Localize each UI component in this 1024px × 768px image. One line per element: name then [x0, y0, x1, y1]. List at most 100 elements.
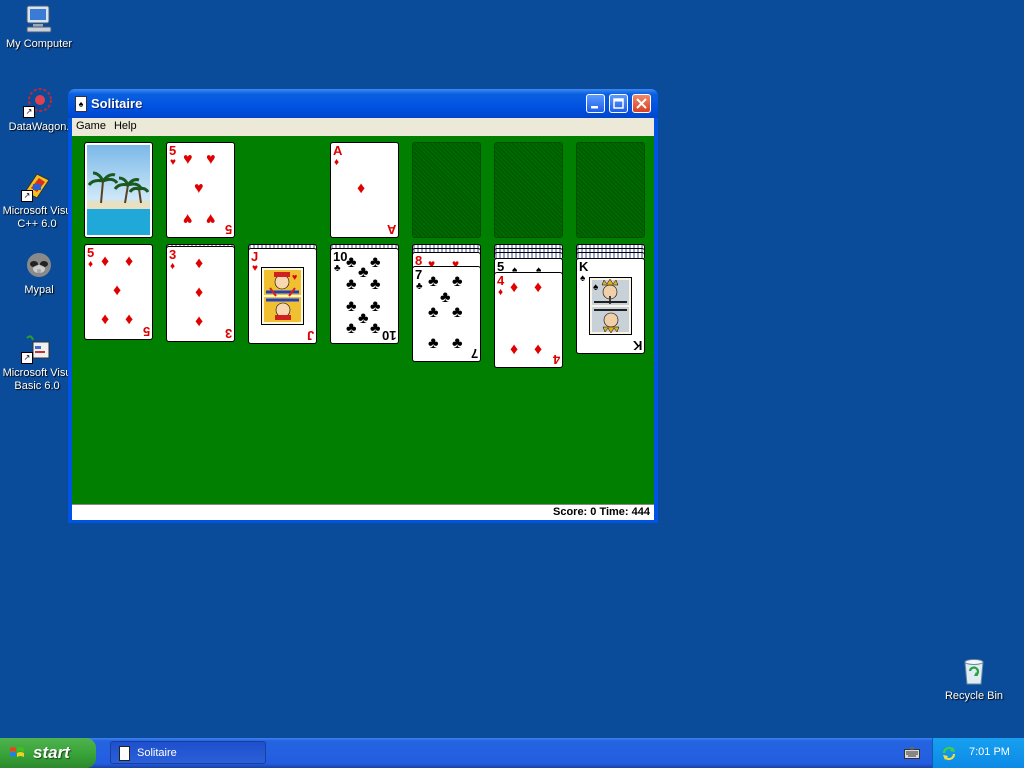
card-pip-club-icon: ♣ [452, 273, 463, 290]
card-pip-diamond-icon: ♦ [357, 180, 366, 197]
card-suit-diamond-icon: ♦ [498, 287, 504, 298]
card-suit-diamond-icon: ♦ [88, 259, 94, 270]
card-pip-club-icon: ♣ [370, 276, 381, 293]
menu-game[interactable]: Game [72, 118, 110, 132]
keyboard-language-icon[interactable] [904, 747, 920, 759]
card-pip-diamond-icon: ♦ [195, 313, 204, 330]
desktop-icon-visual-cpp[interactable]: ↗ Microsoft Visu C++ 6.0 [0, 170, 76, 231]
foundation-4[interactable] [576, 142, 645, 238]
tableau-2-card[interactable]: 3 ♦ ♦ ♦ ♦ 3 [166, 246, 235, 342]
card-pip-club-icon: ♣ [370, 298, 381, 315]
shortcut-arrow-icon: ↗ [23, 106, 35, 118]
desktop-icon-datawagon[interactable]: ↗ DataWagon. [0, 86, 78, 134]
taskbar: start Solitaire 7:01 PM [0, 738, 1024, 768]
maximize-icon [613, 98, 624, 109]
card-suit-diamond-icon: ♦ [170, 261, 176, 272]
card-pip-heart-icon: ♥ [183, 151, 193, 168]
card-suit-spade-icon: ♠ [580, 273, 586, 284]
menu-bar: Game Help [72, 118, 654, 136]
tableau-1-card[interactable]: 5 ♦ ♦ ♦ ♦ ♦ ♦ 5 [84, 244, 153, 340]
card-rank: A [333, 143, 343, 158]
card-pip-club-icon: ♣ [452, 335, 463, 352]
card-pip-club-icon: ♣ [358, 310, 369, 327]
card-pip-diamond-icon: ♦ [195, 284, 204, 301]
card-pip-heart-icon: ♥ [206, 151, 216, 168]
card-pip-diamond-icon: ♦ [101, 253, 110, 270]
desktop-icon-label: My Computer [5, 38, 73, 50]
desktop-icon-recycle-bin[interactable]: Recycle Bin [935, 655, 1013, 703]
card-rank: J [251, 249, 259, 264]
desktop-icon-label: DataWagon. [8, 121, 70, 133]
solitaire-window: ♠ Solitaire Game Help 5 ♥ ♥ ♥ ♥ ♥ ♥ 5 A … [68, 89, 658, 523]
status-bar: Score: 0 Time: 444 [72, 504, 654, 520]
desktop-icon-my-computer[interactable]: My Computer [0, 3, 78, 51]
network-recycle-tray-icon[interactable] [941, 745, 957, 761]
solitaire-app-icon: ♠ [75, 96, 87, 112]
card-pip-diamond-icon: ♦ [195, 255, 204, 272]
desktop-icon-label: Mypal [24, 284, 54, 296]
palm-beach-card-back-icon [87, 145, 150, 235]
menu-help[interactable]: Help [110, 118, 141, 132]
window-title: Solitaire [91, 96, 143, 111]
king-face-icon: ♠ [589, 277, 632, 335]
my-computer-icon [23, 3, 55, 35]
card-pip-heart-icon: ♥ [194, 180, 204, 197]
card-pip-diamond-icon: ♦ [510, 341, 519, 358]
start-label: start [33, 743, 70, 762]
card-pip-club-icon: ♣ [346, 254, 357, 271]
card-pip-club-icon: ♣ [428, 273, 439, 290]
card-suit-heart-icon: ♥ [252, 263, 258, 274]
card-pip-club-icon: ♣ [428, 304, 439, 321]
svg-text:♥: ♥ [292, 272, 297, 282]
tableau-5-card[interactable]: 7 ♣ ♣ ♣ ♣ ♣ ♣ ♣ ♣ 7 [412, 266, 481, 362]
taskbar-button-label: Solitaire [137, 747, 177, 759]
shortcut-arrow-icon: ↗ [21, 190, 33, 202]
card-rank-bottom: 10 [381, 328, 396, 343]
window-titlebar[interactable]: ♠ Solitaire [68, 89, 658, 118]
solitaire-app-icon [119, 746, 130, 761]
stock-pile[interactable] [84, 142, 153, 238]
card-pip-diamond-icon: ♦ [113, 282, 122, 299]
desktop-icon-label: Microsoft Visu C++ 6.0 [2, 205, 72, 230]
svg-text:♠: ♠ [593, 282, 599, 293]
card-rank-bottom: J [306, 328, 314, 343]
waste-card[interactable]: 5 ♥ ♥ ♥ ♥ ♥ ♥ 5 [166, 142, 235, 238]
foundation-1[interactable]: A ♦ ♦ A [330, 142, 399, 238]
start-button[interactable]: start [0, 738, 96, 768]
minimize-button[interactable] [586, 94, 605, 113]
taskbar-button-solitaire[interactable]: Solitaire [110, 741, 266, 764]
card-suit-heart-icon: ♥ [170, 157, 176, 168]
tableau-3-card[interactable]: J ♥ ♥ J [248, 248, 317, 344]
card-rank: K [579, 259, 589, 274]
mypal-raccoon-icon [23, 249, 55, 281]
card-pip-diamond-icon: ♦ [534, 341, 543, 358]
card-pip-club-icon: ♣ [346, 320, 357, 337]
card-suit-club-icon: ♣ [334, 263, 341, 274]
card-pip-club-icon: ♣ [358, 264, 369, 281]
minimize-icon [591, 106, 598, 109]
tableau-6-card[interactable]: 4 ♦ ♦ ♦ ♦ ♦ 4 [494, 272, 563, 368]
recycle-bin-icon [958, 655, 990, 687]
card-rank-bottom: 4 [552, 352, 560, 367]
card-rank-bottom: 7 [470, 346, 478, 361]
card-pip-diamond-icon: ♦ [510, 279, 519, 296]
close-icon [636, 98, 647, 109]
windows-logo-icon [10, 747, 24, 757]
tableau-4-card[interactable]: 10 ♣ ♣ ♣ ♣ ♣ ♣ ♣ ♣ ♣ ♣ ♣ 10 [330, 248, 399, 344]
card-suit-club-icon: ♣ [416, 281, 423, 292]
visual-cpp-icon: ↗ [21, 170, 53, 202]
desktop-icon-mypal[interactable]: Mypal [0, 249, 78, 297]
desktop-icon-visual-basic[interactable]: ↗ Microsoft Visu Basic 6.0 [0, 332, 76, 393]
close-button[interactable] [632, 94, 651, 113]
jack-face-icon: ♥ [261, 267, 304, 325]
card-suit-diamond-icon: ♦ [334, 157, 340, 168]
foundation-3[interactable] [494, 142, 563, 238]
card-rank: 5 [87, 245, 95, 260]
tableau-7-card[interactable]: K ♠ ♠ K [576, 258, 645, 354]
card-pip-club-icon: ♣ [370, 254, 381, 271]
foundation-2[interactable] [412, 142, 481, 238]
clock[interactable]: 7:01 PM [969, 746, 1010, 758]
maximize-button[interactable] [609, 94, 628, 113]
card-pip-diamond-icon: ♦ [534, 279, 543, 296]
card-pip-club-icon: ♣ [370, 320, 381, 337]
